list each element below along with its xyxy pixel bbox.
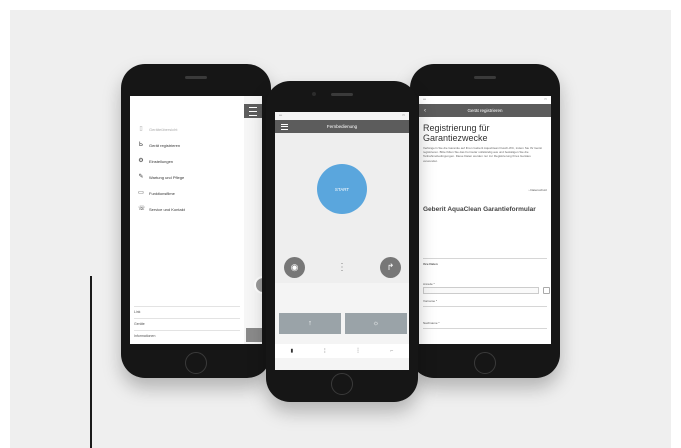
menu-item-overview[interactable]: ▯ Geräteübersicht: [138, 126, 177, 132]
privacy-link[interactable]: › Datenschutz: [528, 188, 547, 192]
salutation-label: Anrede *: [423, 282, 435, 286]
status-bar: ••• ▭: [279, 113, 405, 117]
footer-link[interactable]: Informationen: [134, 334, 155, 338]
checkbox[interactable]: [543, 287, 550, 294]
lastname-label: Nachname *: [423, 321, 440, 325]
footer-link[interactable]: Link: [134, 310, 140, 314]
nozzle-icon[interactable]: ◉: [284, 257, 305, 278]
side-menu: ▯ Geräteübersicht Ь Gerät registrieren ⚙…: [130, 96, 244, 344]
separator: [134, 330, 240, 331]
light-icon: ☼: [372, 320, 380, 327]
film-icon: ▭: [138, 190, 144, 196]
wrench-icon: ✎: [138, 174, 144, 180]
tab-bar: ▮ ¦ ┆ ⌐: [275, 344, 409, 358]
menu-item-label: Gerät registrieren: [149, 142, 181, 148]
up-button[interactable]: ↑: [279, 313, 341, 334]
gear-icon: ⚙: [138, 158, 144, 164]
speaker: [185, 76, 207, 79]
separator: [134, 306, 240, 307]
start-label: START: [334, 186, 350, 192]
light-button[interactable]: ☼: [345, 313, 407, 334]
device-icon: ▯: [139, 126, 143, 132]
menu-item-settings[interactable]: ⚙ Einstellungen: [138, 158, 173, 164]
page-title: Registrierung für Garantiezwecke: [423, 123, 490, 143]
remote-circle-peek: [254, 276, 262, 294]
remote-header: Fernbedienung: [275, 120, 409, 133]
tab-remote-icon[interactable]: ▮: [290, 348, 293, 354]
header-title: Fernbedienung: [326, 124, 358, 129]
start-button[interactable]: START: [317, 164, 367, 214]
menu-item-register[interactable]: Ь Gerät registrieren: [138, 142, 180, 148]
registration-screen: ••• ▭ ‹ Gerät registrieren Registrierung …: [419, 96, 551, 344]
lastname-field[interactable]: [423, 328, 547, 329]
menu-item-label: Wartung und Pflege: [149, 174, 185, 180]
divider-line: [90, 276, 92, 448]
spray-icon[interactable]: ↱: [380, 257, 401, 278]
menu-item-films[interactable]: ▭ Funktionsfilme: [138, 190, 175, 196]
form-title: Geberit AquaClean Garantieformular: [423, 206, 536, 213]
back-icon[interactable]: ‹: [424, 108, 426, 114]
hamburger-icon[interactable]: [281, 124, 288, 131]
intro-text: Verlängern Sie die Garantie auf Ihren Ge…: [423, 146, 542, 163]
separator: [134, 318, 240, 319]
speaker: [331, 93, 353, 96]
firstname-label: Vorname *: [423, 299, 438, 303]
tab-position-icon[interactable]: ¦: [324, 348, 325, 354]
temperature-icon[interactable]: ⋮: [337, 262, 347, 273]
phone-left: ▯ Geräteübersicht Ь Gerät registrieren ⚙…: [121, 64, 271, 378]
home-button: [185, 352, 207, 374]
speaker: [474, 76, 496, 79]
separator: [423, 258, 547, 259]
menu-item-label: Funktionsfilme: [149, 190, 175, 196]
remote-button-peek: [246, 328, 262, 342]
phone-right: ••• ▭ ‹ Gerät registrieren Registrierung …: [410, 64, 560, 378]
chat-icon: ☏: [138, 206, 146, 212]
menu-item-maintenance[interactable]: ✎ Wartung und Pflege: [138, 174, 184, 180]
header-title: Gerät registrieren: [467, 108, 503, 113]
footer-link[interactable]: Geräte: [134, 322, 145, 326]
menu-item-service[interactable]: ☏ Service und Kontakt: [138, 206, 185, 212]
camera: [312, 92, 316, 96]
section-label: Ihre Daten: [423, 262, 438, 266]
salutation-select[interactable]: [423, 287, 539, 294]
menu-screen: ▯ Geräteübersicht Ь Gerät registrieren ⚙…: [130, 96, 262, 344]
home-button: [331, 373, 353, 395]
firstname-field[interactable]: [423, 306, 547, 307]
menu-item-label: Einstellungen: [149, 158, 174, 164]
tab-user-icon[interactable]: ┆: [357, 348, 360, 354]
menu-item-label: Service und Kontakt: [149, 206, 185, 212]
home-button: [474, 352, 496, 374]
status-bar: ••• ▭: [423, 97, 547, 101]
tab-settings-icon[interactable]: ⌐: [391, 348, 394, 354]
menu-item-label: Geräteübersicht: [149, 126, 178, 132]
menu-close-button[interactable]: [244, 104, 262, 118]
register-icon: Ь: [139, 142, 143, 148]
up-arrow-icon: ↑: [308, 320, 312, 327]
registration-header: ‹ Gerät registrieren: [419, 104, 551, 117]
